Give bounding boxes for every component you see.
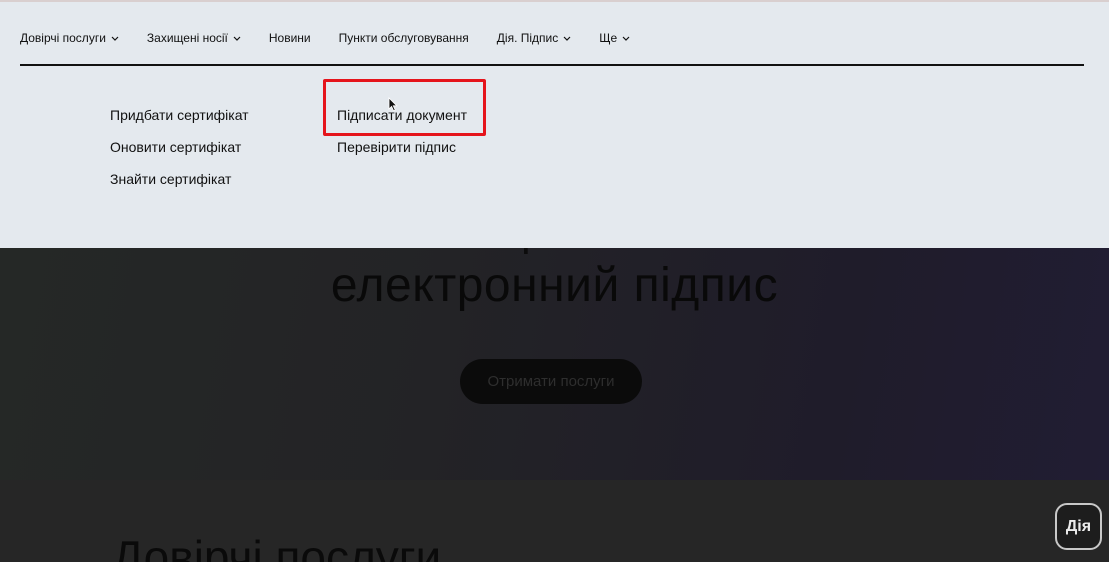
dropdown-column-certificates: Придбати сертифікат Оновити сертифікат З…	[110, 99, 249, 195]
chevron-down-icon	[233, 36, 241, 41]
trust-services-section: Довірчі послуги	[0, 480, 1109, 562]
nav-diia-signature[interactable]: Дія. Підпис	[497, 31, 571, 45]
nav-secure-media[interactable]: Захищені носії	[147, 31, 241, 45]
menu-renew-certificate[interactable]: Оновити сертифікат	[110, 131, 249, 163]
nav-more[interactable]: Ще	[599, 31, 630, 45]
hero-section: Кваліфікований електронний підпис Отрима…	[0, 248, 1109, 480]
nav-news[interactable]: Новини	[269, 31, 311, 45]
chevron-down-icon	[111, 36, 119, 41]
nav-item-label: Довірчі послуги	[20, 31, 106, 45]
nav-item-label: Пункти обслуговування	[338, 31, 469, 45]
diia-badge-button[interactable]: Дія	[1055, 503, 1102, 550]
get-services-button[interactable]: Отримати послуги	[460, 359, 642, 404]
nav-service-points[interactable]: Пункти обслуговування	[339, 31, 469, 45]
nav-item-label: Ще	[599, 31, 618, 45]
chevron-down-icon	[563, 36, 571, 41]
nav-item-label: Захищені носії	[146, 31, 228, 45]
nav-divider	[20, 64, 1084, 66]
nav-item-label: Новини	[268, 31, 311, 45]
hero-title-top: Кваліфікований	[300, 248, 820, 256]
menu-find-certificate[interactable]: Знайти сертифікат	[110, 163, 249, 195]
mouse-cursor-icon	[388, 97, 398, 112]
chevron-down-icon	[622, 36, 630, 41]
header-dropdown-panel: Довірчі послуги Захищені носії Новини Пу…	[0, 0, 1109, 248]
hero-title: електронний підпис	[330, 259, 779, 312]
menu-buy-certificate[interactable]: Придбати сертифікат	[110, 99, 249, 131]
highlight-box	[323, 79, 486, 136]
section-title: Довірчі послуги	[112, 531, 442, 562]
nav-trust-services[interactable]: Довірчі послуги	[20, 31, 119, 45]
nav-item-label: Дія. Підпис	[496, 31, 559, 45]
main-nav: Довірчі послуги Захищені носії Новини Пу…	[20, 28, 658, 48]
